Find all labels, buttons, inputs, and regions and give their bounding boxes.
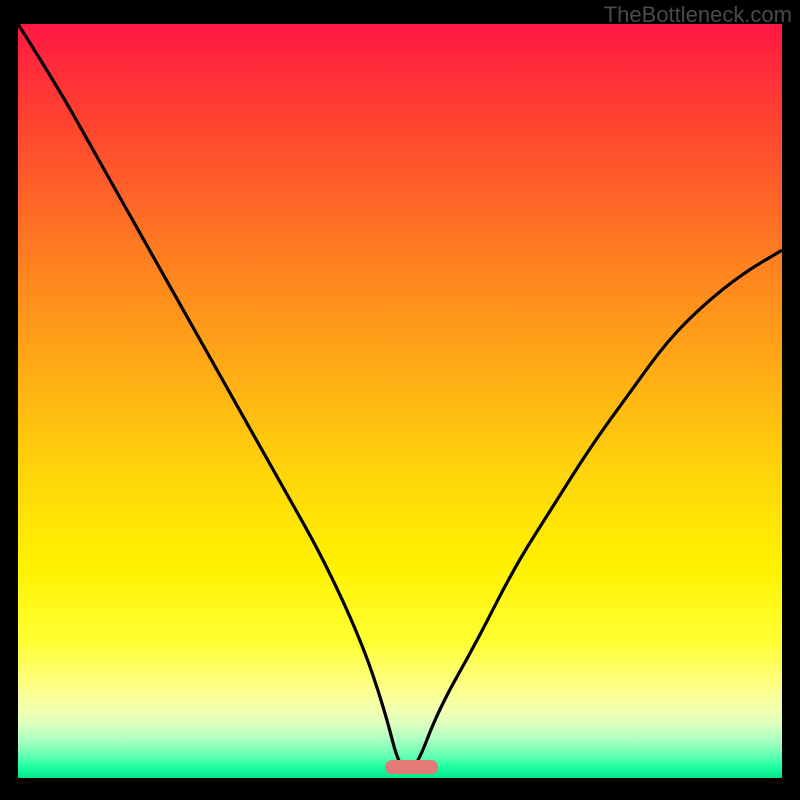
watermark-text: TheBottleneck.com — [604, 2, 792, 28]
focus-marker — [385, 760, 438, 774]
bottleneck-curve — [18, 24, 782, 778]
chart-plot-area — [18, 24, 782, 778]
bottleneck-curve-path — [18, 24, 782, 770]
